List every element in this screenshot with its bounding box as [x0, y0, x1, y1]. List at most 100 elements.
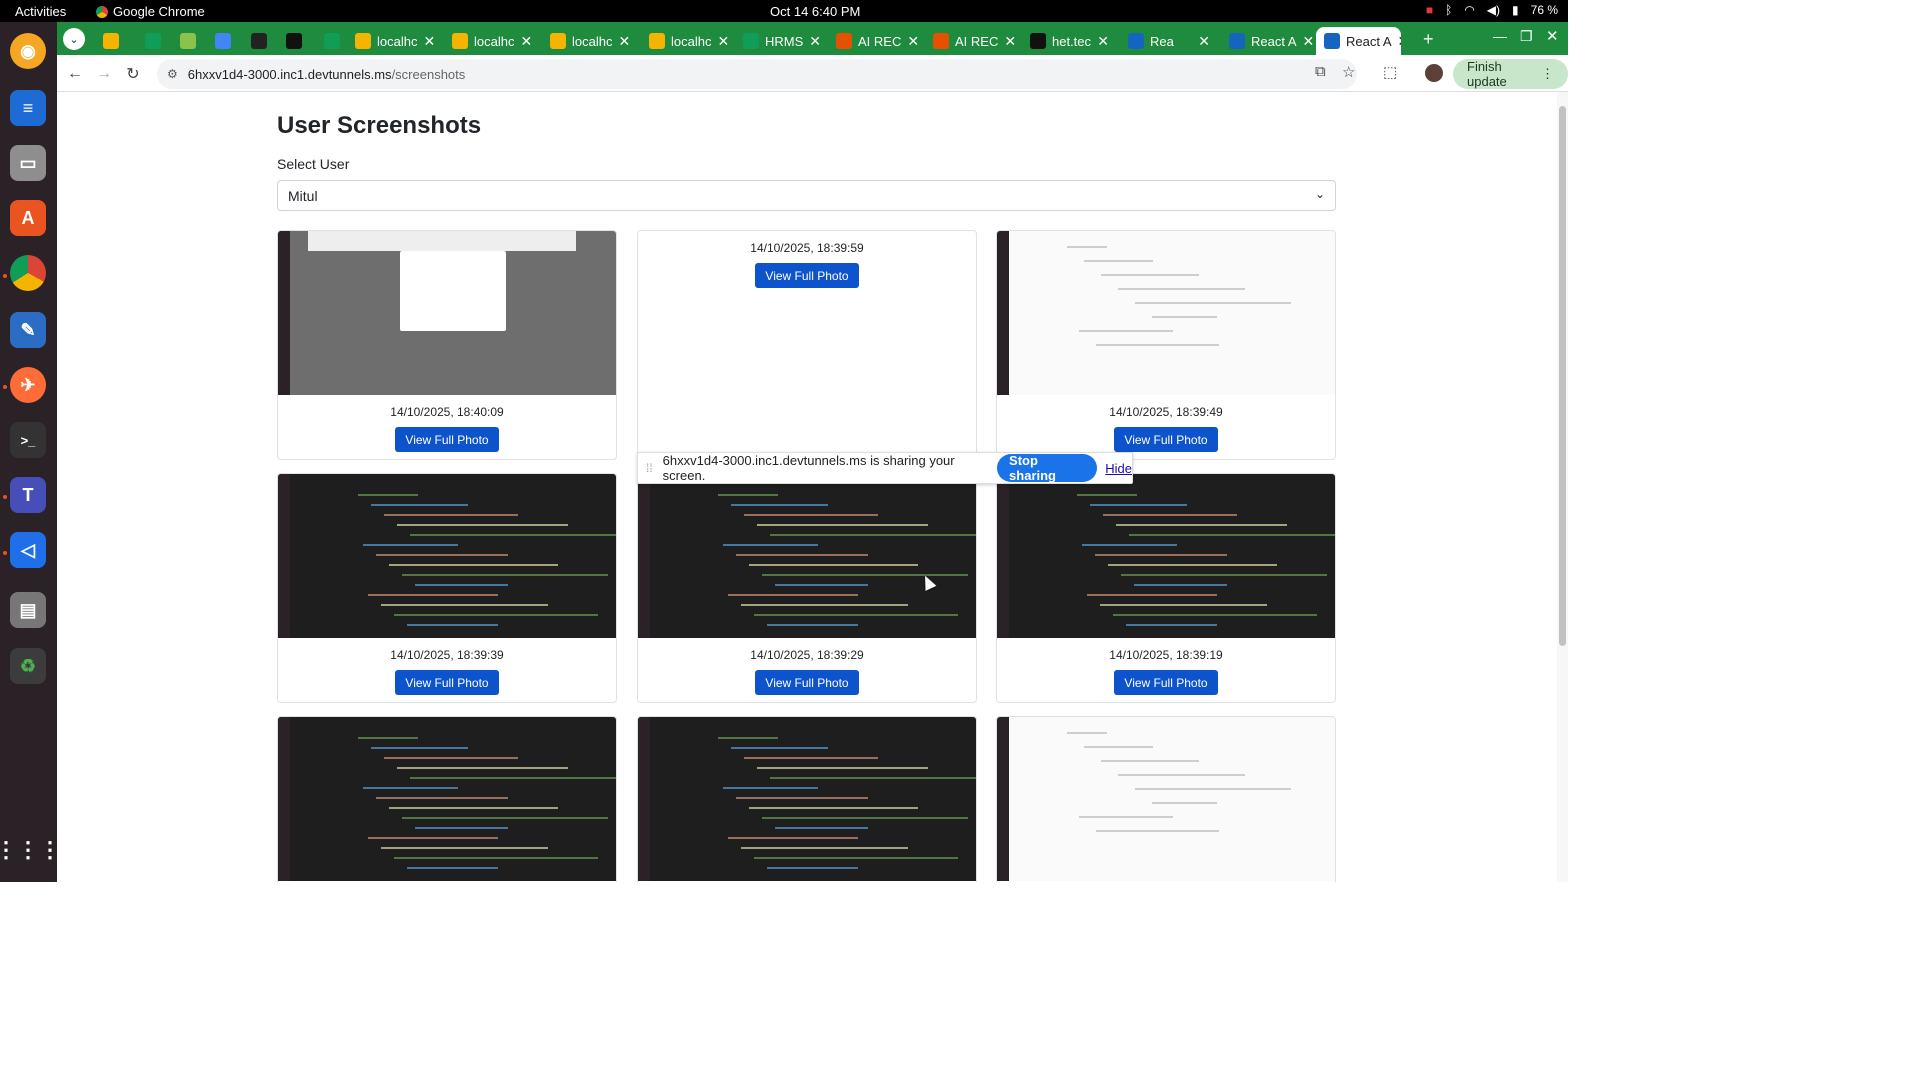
tab-label: Rea	[1150, 33, 1174, 49]
screenshot-thumbnail[interactable]	[997, 231, 1335, 395]
browser-tab[interactable]: AI REC ✕	[828, 27, 923, 55]
activities-button[interactable]: Activities	[15, 4, 66, 19]
view-full-photo-button[interactable]: View Full Photo	[395, 427, 499, 452]
tab-close-icon[interactable]: ✕	[1398, 33, 1401, 50]
tab-close-icon[interactable]: ✕	[907, 33, 919, 50]
stop-sharing-button[interactable]: Stop sharing	[997, 453, 1098, 483]
screenshot-thumbnail[interactable]	[638, 717, 976, 881]
browser-tab[interactable]	[207, 27, 239, 55]
browser-tab[interactable]	[172, 27, 204, 55]
thumbnail-code-line	[744, 514, 878, 516]
user-select[interactable]: Mitul ⌄	[277, 180, 1336, 211]
address-bar[interactable]: ⚙ 6hxxv1d4-3000.inc1.devtunnels.ms/scree…	[157, 59, 1357, 89]
thumbnail-code-line	[407, 624, 498, 626]
view-full-photo-button[interactable]: View Full Photo	[395, 670, 499, 695]
app-menu[interactable]: Google Chrome	[96, 4, 205, 19]
thumbnail-code-line	[376, 797, 508, 799]
files-icon[interactable]: ▭	[10, 145, 46, 181]
thumbnail-code-line	[762, 817, 968, 819]
system-tray[interactable]: ■ ᛒ ◠ ◀) ▮ 76 %	[1426, 3, 1558, 17]
thumbnail-code-line	[767, 867, 858, 869]
browser-tab[interactable]: React A ✕	[1221, 27, 1313, 55]
screenshot-timestamp: 14/10/2025, 18:39:29	[750, 648, 864, 662]
profile-avatar[interactable]	[1425, 64, 1443, 82]
browser-tab[interactable]: localhc ✕	[641, 27, 736, 55]
screenshot-thumbnail[interactable]	[638, 474, 976, 638]
tab-close-icon[interactable]: ✕	[1097, 33, 1109, 50]
browser-tab[interactable]	[316, 27, 348, 55]
vscode-icon[interactable]: ◁	[10, 532, 46, 568]
reload-button[interactable]: ↻	[122, 63, 144, 85]
browser-tab[interactable]	[95, 27, 127, 55]
archive-icon[interactable]: ▤	[10, 592, 46, 628]
browser-tab[interactable]: AI REC ✕	[925, 27, 1020, 55]
site-info-icon[interactable]: ⚙	[167, 67, 178, 81]
drag-handle-icon[interactable]: ⁞⁞	[646, 461, 653, 475]
minimize-button[interactable]: —	[1493, 28, 1507, 44]
thumbnail-code-line	[368, 837, 498, 839]
tab-label: HRMS	[765, 33, 804, 49]
app-grid-icon[interactable]: ⋮⋮⋮	[0, 832, 61, 868]
app-center-icon[interactable]: A	[10, 200, 46, 236]
screenshot-thumbnail[interactable]	[278, 231, 616, 395]
browser-tab[interactable]: localhc ✕	[347, 27, 442, 55]
thumbnail-code-line	[1108, 564, 1277, 566]
screenshot-thumbnail[interactable]	[278, 717, 616, 881]
tab-close-icon[interactable]: ✕	[1198, 33, 1210, 50]
browser-tab[interactable]	[278, 27, 310, 55]
thumbnail-code-line	[741, 847, 908, 849]
text-editor-icon[interactable]: ✎	[10, 312, 46, 348]
view-full-photo-button[interactable]: View Full Photo	[1114, 670, 1218, 695]
finish-update-label: Finish update	[1467, 59, 1507, 89]
browser-tab[interactable]: het.tec ✕	[1022, 27, 1117, 55]
tab-label: AI REC	[858, 33, 902, 49]
teams-running-dot	[3, 495, 7, 499]
share-message: 6hxxv1d4-3000.inc1.devtunnels.ms is shar…	[662, 453, 955, 483]
browser-tab[interactable]: React A ✕	[1316, 27, 1401, 55]
teams-icon[interactable]: T	[10, 477, 46, 513]
clock[interactable]: Oct 14 6:40 PM	[770, 4, 860, 19]
tab-close-icon[interactable]: ✕	[1303, 33, 1313, 50]
extensions-icon[interactable]: ⬚	[1383, 63, 1397, 81]
thumbnail-code-line	[1087, 594, 1217, 596]
writer-icon[interactable]: ≡	[10, 90, 46, 126]
browser-tab[interactable]: HRMS ✕	[735, 27, 825, 55]
forward-button[interactable]: →	[93, 63, 115, 85]
browser-tab[interactable]: Rea ✕	[1120, 27, 1218, 55]
view-full-photo-button[interactable]: View Full Photo	[1114, 427, 1218, 452]
chrome-icon[interactable]	[10, 255, 46, 291]
hide-link[interactable]: Hide	[1105, 461, 1132, 476]
screenshot-thumbnail[interactable]	[278, 474, 616, 638]
terminal-icon[interactable]: >_	[10, 422, 46, 458]
trash-icon[interactable]: ♻	[10, 648, 46, 684]
back-button[interactable]: ←	[64, 63, 86, 85]
tab-close-icon[interactable]: ✕	[618, 33, 630, 50]
browser-tab[interactable]	[243, 27, 275, 55]
finish-update-button[interactable]: Finish update ⋮	[1453, 59, 1568, 89]
bookmark-star-icon[interactable]: ☆	[1342, 63, 1355, 81]
browser-tab[interactable]: localhc ✕	[444, 27, 539, 55]
tab-close-icon[interactable]: ✕	[423, 33, 435, 50]
close-window-button[interactable]: ✕	[1546, 27, 1559, 45]
scrollbar-thumb[interactable]	[1559, 106, 1566, 646]
maximize-button[interactable]: ❐	[1520, 28, 1533, 45]
view-full-photo-button[interactable]: View Full Photo	[755, 263, 859, 288]
tab-close-icon[interactable]: ✕	[717, 33, 729, 50]
browser-tab[interactable]: localhc ✕	[542, 27, 637, 55]
tab-close-icon[interactable]: ✕	[1004, 33, 1016, 50]
tab-close-icon[interactable]: ✕	[520, 33, 532, 50]
screenshot-thumbnail[interactable]	[997, 717, 1335, 881]
install-app-icon[interactable]: ⧉	[1315, 63, 1326, 80]
tab-favicon-icon	[1229, 33, 1245, 49]
browser-tab[interactable]	[137, 27, 169, 55]
tab-close-icon[interactable]: ✕	[809, 33, 821, 50]
tab-search-icon[interactable]: ⌄	[63, 28, 85, 50]
page-scrollbar[interactable]	[1557, 92, 1568, 882]
chevron-down-icon: ⌄	[1314, 187, 1325, 201]
postman-icon[interactable]: ✈	[10, 367, 46, 403]
thumbnail-code-line	[1103, 514, 1237, 516]
view-full-photo-button[interactable]: View Full Photo	[755, 670, 859, 695]
screenshot-thumbnail[interactable]	[997, 474, 1335, 638]
new-tab-button[interactable]: +	[1423, 29, 1434, 50]
rhythmbox-icon[interactable]: ◉	[10, 33, 46, 69]
